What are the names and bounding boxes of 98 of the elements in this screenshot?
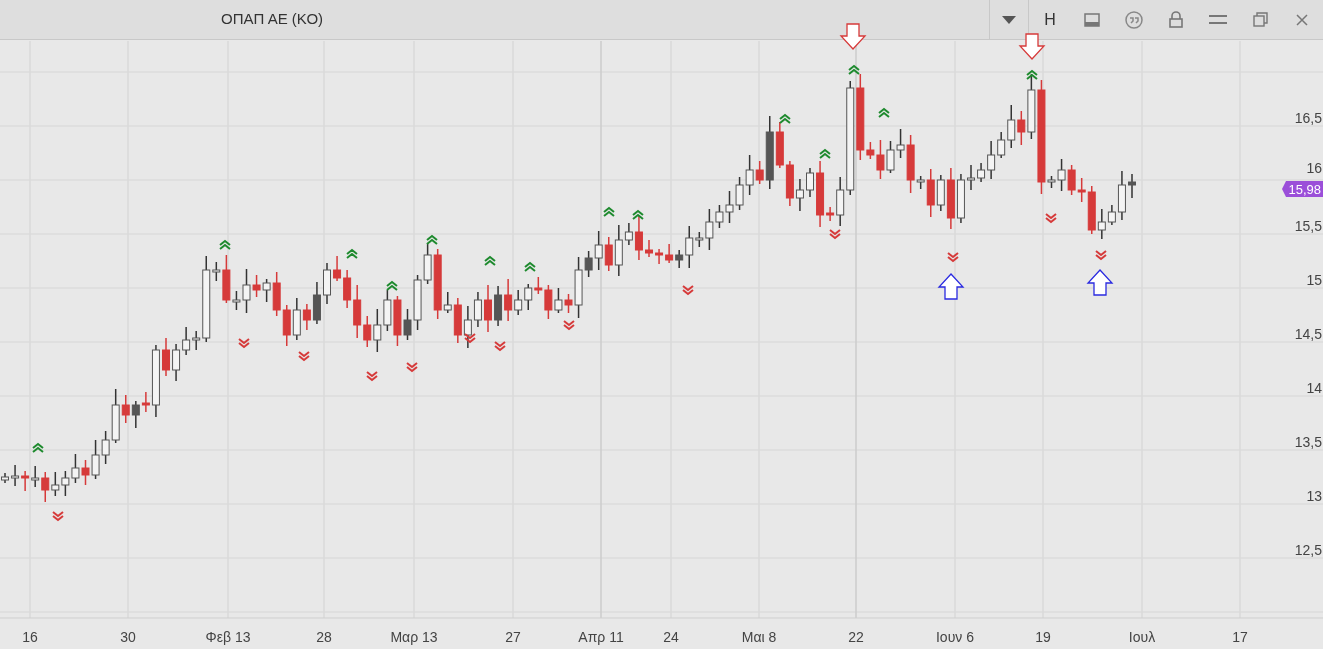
candlestick	[956, 173, 965, 224]
price-axis-label: 15,5	[1294, 218, 1322, 234]
date-axis-label: Μαι 8	[741, 629, 777, 645]
candlestick	[172, 343, 181, 382]
date-axis-label: 19	[1035, 629, 1051, 645]
candlestick	[886, 140, 895, 174]
down-chevron-icon	[1045, 213, 1057, 224]
candlestick	[11, 464, 20, 487]
candlestick	[21, 470, 30, 492]
down-arrow-icon	[1018, 33, 1046, 60]
up-chevron-icon	[819, 148, 831, 159]
down-chevron-icon	[494, 341, 506, 352]
price-axis-label: 16,5	[1294, 110, 1322, 126]
date-axis-label: 17	[1232, 629, 1248, 645]
candlestick	[323, 262, 331, 305]
lock-icon	[1169, 11, 1183, 28]
candlestick	[473, 291, 482, 328]
last-price-tag: 15,98	[1282, 181, 1323, 197]
up-chevron-icon	[878, 107, 890, 118]
up-chevron-icon	[603, 206, 615, 217]
panel-icon	[1084, 12, 1100, 27]
candlestick	[665, 243, 674, 264]
candlestick	[1, 472, 9, 484]
candlestick	[554, 287, 563, 314]
caret-icon	[1002, 15, 1017, 24]
candlestick	[795, 178, 804, 212]
candlestick	[735, 176, 744, 211]
candlestick	[785, 160, 794, 207]
down-chevron-icon	[464, 333, 476, 344]
up-chevron-icon	[484, 255, 496, 266]
price-axis-label: 16	[1306, 160, 1322, 176]
restore-icon	[1252, 12, 1268, 27]
candlestick	[51, 471, 60, 497]
date-axis-label: 16	[22, 629, 38, 645]
down-arrow-icon	[839, 23, 867, 50]
candlestick	[806, 167, 814, 198]
up-chevron-icon	[779, 113, 791, 124]
date-axis-label: 28	[316, 629, 332, 645]
up-arrow-icon	[1086, 269, 1114, 296]
candlestick	[282, 304, 291, 347]
close-icon	[1296, 13, 1308, 26]
up-chevron-icon	[848, 64, 860, 75]
date-axis-label: 30	[120, 629, 136, 645]
date-axis-label: Φεβ 13	[205, 629, 251, 645]
price-axis-label: 14	[1306, 380, 1322, 396]
candlestick	[1067, 164, 1076, 196]
candlestick	[162, 337, 170, 377]
date-axis-label: Ιουλ	[1128, 629, 1156, 645]
down-chevron-icon	[406, 362, 418, 373]
up-chevron-icon	[386, 280, 398, 291]
down-chevron-icon	[298, 351, 310, 362]
window-title: ΟΠΑΠ ΑΕ (ΚΟ)	[221, 9, 324, 30]
date-axis-label: Ιουν 6	[936, 629, 974, 645]
quote-icon	[1125, 10, 1143, 29]
candlestick	[494, 285, 503, 327]
candlestick	[645, 239, 653, 258]
down-chevron-icon	[829, 229, 841, 240]
candlestick	[31, 465, 40, 488]
candlestick	[1128, 173, 1136, 199]
candlestick	[725, 190, 734, 224]
down-chevron-icon	[563, 320, 575, 331]
candlestick	[61, 470, 70, 497]
price-axis-label: 14,5	[1294, 326, 1322, 342]
date-axis-label: 22	[848, 629, 864, 645]
candlestick	[71, 453, 80, 484]
down-chevron-icon	[1095, 250, 1107, 261]
candlestick	[967, 164, 975, 191]
price-axis-label: 13	[1306, 488, 1322, 504]
down-chevron-icon	[238, 338, 250, 349]
up-chevron-icon	[346, 248, 358, 259]
candlestick	[373, 308, 382, 353]
down-chevron-icon	[682, 285, 694, 296]
up-chevron-icon	[632, 209, 644, 220]
candlestick	[463, 305, 472, 349]
date-axis-label: 27	[505, 629, 521, 645]
down-chevron-icon	[366, 371, 378, 382]
candlestick	[383, 289, 392, 332]
menu-icon	[1209, 15, 1227, 24]
candlestick	[131, 400, 140, 429]
up-arrow-icon	[937, 273, 965, 300]
down-chevron-icon	[52, 511, 64, 522]
up-chevron-icon	[32, 442, 44, 453]
candlestick	[41, 471, 50, 503]
date-axis-label: Μαρ 13	[390, 629, 438, 645]
h-button[interactable]: H	[1029, 0, 1071, 40]
date-axis-label: Απρ 11	[578, 629, 624, 645]
price-axis-label: 12,5	[1294, 542, 1322, 558]
candlestick	[182, 326, 191, 356]
up-chevron-icon	[1026, 69, 1038, 80]
date-axis-label: 24	[663, 629, 679, 645]
up-chevron-icon	[524, 261, 536, 272]
candlestick	[484, 284, 492, 333]
price-axis-label: 15	[1306, 272, 1322, 288]
up-chevron-icon	[219, 239, 231, 250]
candlestick	[655, 248, 664, 265]
up-chevron-icon	[426, 234, 438, 245]
down-chevron-icon	[947, 252, 959, 263]
price-axis-label: 13,5	[1294, 434, 1322, 450]
